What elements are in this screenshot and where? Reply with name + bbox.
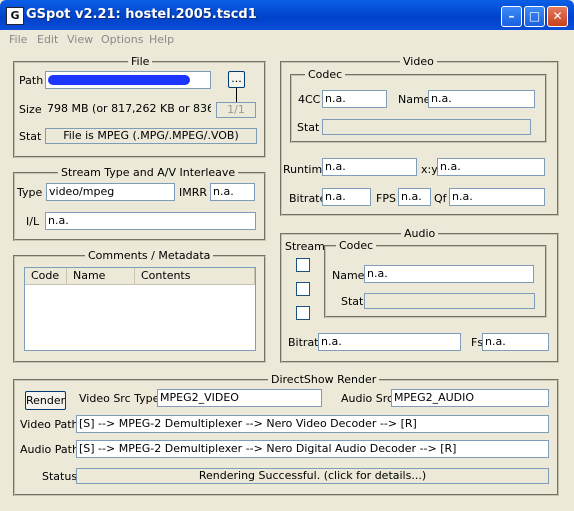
maximize-icon: □ bbox=[528, 9, 541, 23]
video-path-label: Video Path bbox=[20, 418, 79, 431]
audio-stat-label: Stat bbox=[341, 295, 364, 308]
video-stat-field[interactable] bbox=[322, 119, 531, 135]
size-label: Size bbox=[19, 103, 42, 116]
audio-src-field[interactable]: MPEG2_AUDIO bbox=[391, 389, 549, 407]
menu-options[interactable]: Options bbox=[101, 33, 143, 46]
app-icon: G bbox=[6, 7, 24, 25]
file-count: 1/1 bbox=[216, 102, 256, 118]
path-label: Path bbox=[19, 74, 44, 87]
path-field[interactable] bbox=[45, 71, 211, 89]
xy-field[interactable]: n.a. bbox=[437, 158, 545, 176]
video-bitrate-label: Bitrate bbox=[289, 192, 327, 205]
video-path-field[interactable]: [S] --> MPEG-2 Demultiplexer --> Nero Vi… bbox=[76, 415, 549, 433]
il-label: I/L bbox=[26, 215, 40, 228]
audio-stat-field[interactable] bbox=[364, 293, 535, 309]
video-stat-label: Stat bbox=[297, 121, 320, 134]
video-src-type-field[interactable]: MPEG2_VIDEO bbox=[157, 389, 322, 407]
audio-name-field[interactable]: n.a. bbox=[364, 265, 534, 283]
render-status[interactable]: Rendering Successful. (click for details… bbox=[76, 468, 549, 484]
il-field[interactable]: n.a. bbox=[45, 212, 256, 230]
audio-bitrate-field[interactable]: n.a. bbox=[318, 333, 461, 351]
column-contents[interactable]: Contents bbox=[135, 268, 255, 284]
type-label: Type bbox=[17, 186, 43, 199]
video-src-type-label: Video Src Type bbox=[79, 392, 160, 405]
fourcc-label: 4CC bbox=[298, 93, 321, 106]
video-codec-title: Codec bbox=[305, 68, 346, 81]
video-name-field[interactable]: n.a. bbox=[428, 90, 535, 108]
close-icon: ✕ bbox=[552, 9, 563, 23]
qf-field[interactable]: n.a. bbox=[449, 188, 545, 206]
audio-name-label: Name bbox=[332, 269, 365, 282]
video-bitrate-field[interactable]: n.a. bbox=[322, 188, 371, 206]
audio-src-label: Audio Src bbox=[341, 392, 394, 405]
browse-button[interactable]: ... bbox=[228, 71, 245, 88]
fps-label: FPS bbox=[376, 192, 396, 205]
qf-label: Qf bbox=[434, 192, 447, 205]
audio-codec-title: Codec bbox=[336, 239, 377, 252]
metadata-list[interactable]: Code Name Contents bbox=[24, 267, 256, 351]
stream-checkbox-3[interactable] bbox=[296, 306, 310, 320]
redacted-path bbox=[48, 75, 190, 85]
render-button[interactable]: Render bbox=[25, 391, 66, 410]
video-name-label: Name bbox=[398, 93, 431, 106]
render-group-title: DirectShow Render bbox=[268, 373, 380, 386]
type-field[interactable]: video/mpeg bbox=[46, 183, 175, 201]
stat-label: Stat bbox=[19, 130, 42, 143]
stream-group-title: Stream Type and A/V Interleave bbox=[58, 166, 239, 179]
menu-view[interactable]: View bbox=[67, 33, 93, 46]
fps-field[interactable]: n.a. bbox=[398, 188, 431, 206]
file-group-title: File bbox=[128, 55, 153, 68]
status-label: Status bbox=[42, 470, 78, 483]
audio-stream-label: Stream bbox=[285, 240, 325, 253]
file-stat[interactable]: File is MPEG (.MPG/.MPEG/.VOB) bbox=[45, 128, 257, 144]
maximize-button[interactable]: □ bbox=[524, 6, 545, 27]
runtime-field[interactable]: n.a. bbox=[322, 158, 417, 176]
audio-path-field[interactable]: [S] --> MPEG-2 Demultiplexer --> Nero Di… bbox=[76, 440, 549, 458]
stream-checkbox-2[interactable] bbox=[296, 282, 310, 296]
fs-field[interactable]: n.a. bbox=[482, 333, 549, 351]
fourcc-field[interactable]: n.a. bbox=[322, 90, 387, 108]
audio-group-title: Audio bbox=[401, 227, 439, 240]
minimize-button[interactable]: – bbox=[501, 6, 522, 27]
minimize-icon: – bbox=[508, 9, 515, 23]
metadata-header: Code Name Contents bbox=[25, 268, 255, 285]
audio-path-label: Audio Path bbox=[20, 443, 79, 456]
menu-help[interactable]: Help bbox=[149, 33, 174, 46]
xy-label: x:y bbox=[421, 163, 438, 176]
window-title: GSpot v2.21: hostel.2005.tscd1 bbox=[26, 7, 257, 22]
imrr-label: IMRR bbox=[179, 186, 208, 199]
menu-file[interactable]: File bbox=[9, 33, 27, 46]
close-button[interactable]: ✕ bbox=[547, 6, 568, 27]
stream-checkbox-1[interactable] bbox=[296, 258, 310, 272]
menu-edit[interactable]: Edit bbox=[37, 33, 58, 46]
column-name[interactable]: Name bbox=[67, 268, 135, 284]
video-group-title: Video bbox=[400, 55, 437, 68]
column-code[interactable]: Code bbox=[25, 268, 67, 284]
size-value: 798 MB (or 817,262 KB or 836,87 bbox=[47, 102, 211, 115]
comments-group-title: Comments / Metadata bbox=[85, 249, 214, 262]
imrr-field[interactable]: n.a. bbox=[210, 183, 255, 201]
